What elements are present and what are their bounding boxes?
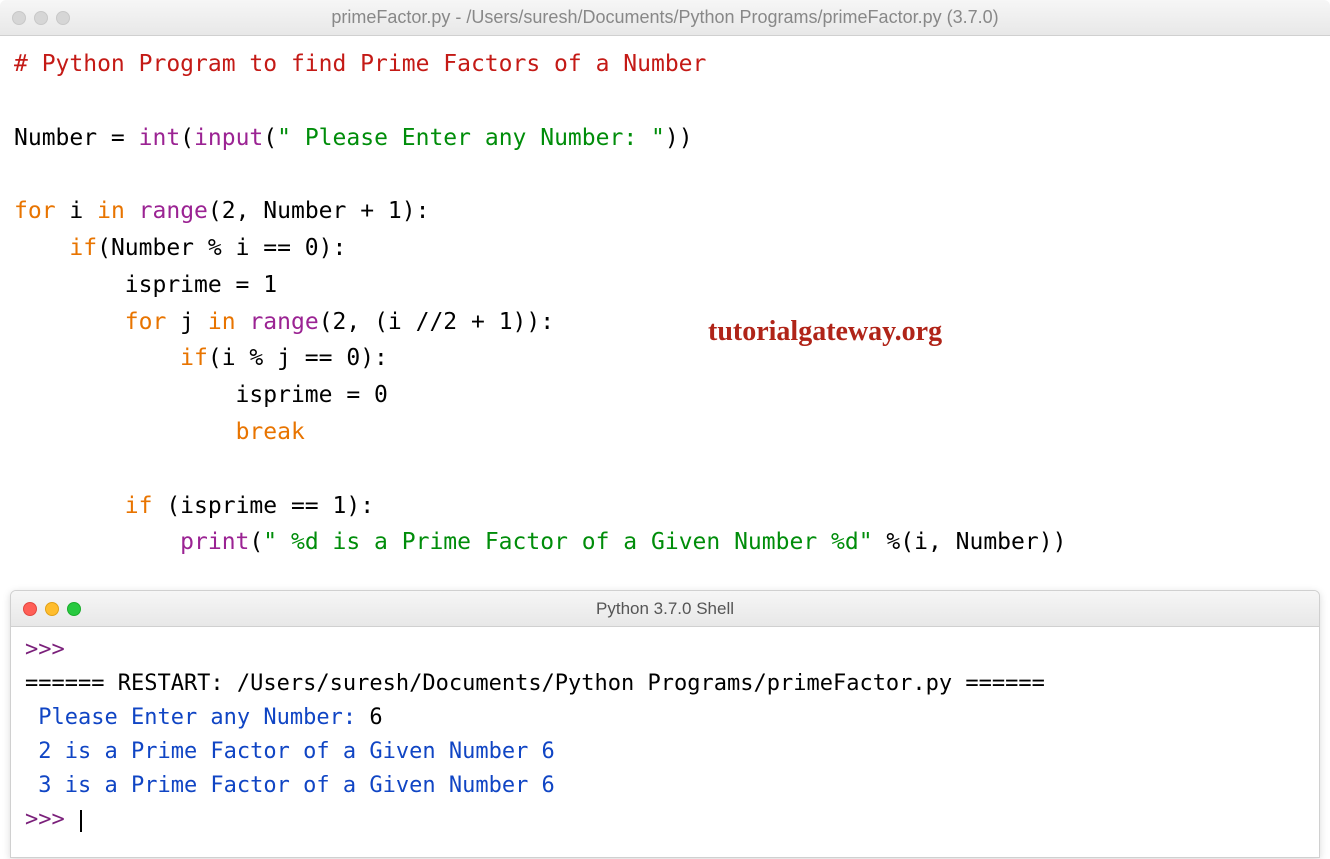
close-icon[interactable] <box>12 11 26 25</box>
code-keyword: break <box>236 419 305 445</box>
code-text <box>236 309 250 335</box>
code-text <box>14 309 125 335</box>
maximize-icon[interactable] <box>67 602 81 616</box>
shell-traffic-lights <box>23 602 81 616</box>
code-text <box>125 198 139 224</box>
code-text <box>14 529 180 555</box>
minimize-icon[interactable] <box>34 11 48 25</box>
shell-prompt: >>> <box>25 637 78 662</box>
code-text <box>14 419 236 445</box>
code-text: )) <box>665 125 693 151</box>
code-builtin: print <box>180 529 249 555</box>
close-icon[interactable] <box>23 602 37 616</box>
code-string: " Please Enter any Number: " <box>277 125 665 151</box>
code-text: j <box>166 309 208 335</box>
minimize-icon[interactable] <box>45 602 59 616</box>
code-keyword: if <box>69 235 97 261</box>
editor-window: primeFactor.py - /Users/suresh/Documents… <box>0 0 1330 585</box>
code-text: ( <box>263 125 277 151</box>
shell-input-value: 6 <box>369 705 382 730</box>
shell-output-line: 2 is a Prime Factor of a Given Number 6 <box>25 739 555 764</box>
code-text: i <box>56 198 98 224</box>
editor-titlebar[interactable]: primeFactor.py - /Users/suresh/Documents… <box>0 0 1330 36</box>
code-text: (isprime == 1): <box>152 493 374 519</box>
shell-title: Python 3.7.0 Shell <box>596 599 734 619</box>
maximize-icon[interactable] <box>56 11 70 25</box>
shell-window: Python 3.7.0 Shell >>> ====== RESTART: /… <box>10 590 1320 858</box>
code-text: ( <box>180 125 194 151</box>
code-text: %(i, Number)) <box>873 529 1067 555</box>
code-text <box>14 235 69 261</box>
code-builtin: input <box>194 125 263 151</box>
code-comment: # Python Program to find Prime Factors o… <box>14 51 706 77</box>
code-keyword: if <box>180 345 208 371</box>
code-text: Number = <box>14 125 139 151</box>
code-string: " %d is a Prime Factor of a Given Number… <box>263 529 872 555</box>
code-text: isprime = 0 <box>14 382 388 408</box>
watermark-text: tutorialgateway.org <box>708 316 942 348</box>
code-keyword: for <box>125 309 167 335</box>
shell-output-line: Please Enter any Number: <box>25 705 369 730</box>
code-text: (i % j == 0): <box>208 345 388 371</box>
editor-traffic-lights <box>12 11 70 25</box>
editor-title: primeFactor.py - /Users/suresh/Documents… <box>331 7 998 28</box>
shell-titlebar[interactable]: Python 3.7.0 Shell <box>11 591 1319 627</box>
code-keyword: if <box>125 493 153 519</box>
code-keyword: in <box>208 309 236 335</box>
shell-output[interactable]: >>> ====== RESTART: /Users/suresh/Docume… <box>11 627 1319 844</box>
cursor-icon <box>80 810 82 832</box>
code-text: (2, (i //2 + 1)): <box>319 309 554 335</box>
shell-output-line: 3 is a Prime Factor of a Given Number 6 <box>25 773 555 798</box>
code-text: isprime = 1 <box>14 272 277 298</box>
code-text: (Number % i == 0): <box>97 235 346 261</box>
code-builtin: range <box>249 309 318 335</box>
shell-restart-line: ====== RESTART: /Users/suresh/Documents/… <box>25 671 1045 696</box>
code-text: (2, Number + 1): <box>208 198 430 224</box>
code-text <box>14 345 180 371</box>
code-text <box>14 493 125 519</box>
code-builtin: range <box>139 198 208 224</box>
code-editor[interactable]: # Python Program to find Prime Factors o… <box>0 36 1330 571</box>
code-builtin: int <box>139 125 181 151</box>
code-keyword: for <box>14 198 56 224</box>
code-keyword: in <box>97 198 125 224</box>
shell-prompt: >>> <box>25 807 78 832</box>
code-text: ( <box>249 529 263 555</box>
